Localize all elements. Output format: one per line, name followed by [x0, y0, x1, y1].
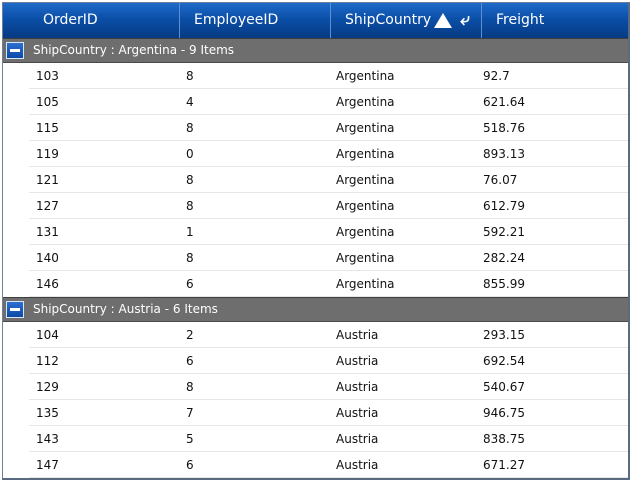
grid-header: OrderID EmployeeID ShipCountry ⤶ Freight [3, 3, 628, 39]
column-header-label: ShipCountry [345, 12, 432, 28]
cell-shipcountry: Argentina [336, 121, 395, 135]
cell-shipcountry: Argentina [336, 173, 395, 187]
cell-orderid: 105 [36, 95, 59, 109]
table-row[interactable]: 121 8 Argentina 76.07 [29, 167, 628, 193]
group-header[interactable]: ShipCountry : Austria - 6 Items [3, 297, 628, 322]
cell-freight: 671.27 [483, 458, 525, 472]
cell-freight: 893.13 [483, 147, 525, 161]
table-row[interactable]: 127 8 Argentina 612.79 [29, 193, 628, 219]
sort-ascending-icon[interactable] [434, 13, 452, 28]
cell-employeeid: 2 [186, 328, 194, 342]
table-row[interactable]: 103 8 Argentina 92.7 [29, 63, 628, 89]
cell-orderid: 104 [36, 328, 59, 342]
cell-employeeid: 4 [186, 95, 194, 109]
cell-shipcountry: Argentina [336, 147, 395, 161]
cell-employeeid: 8 [186, 69, 194, 83]
cell-freight: 92.7 [483, 69, 510, 83]
cell-orderid: 127 [36, 199, 59, 213]
table-row[interactable]: 112 6 Austria 692.54 [29, 348, 628, 374]
cell-employeeid: 8 [186, 199, 194, 213]
cell-orderid: 112 [36, 354, 59, 368]
cell-employeeid: 6 [186, 458, 194, 472]
data-grid: OrderID EmployeeID ShipCountry ⤶ Freight… [2, 2, 630, 480]
cell-employeeid: 8 [186, 121, 194, 135]
group-header-label: ShipCountry : Austria - 6 Items [33, 302, 218, 316]
cell-freight: 621.64 [483, 95, 525, 109]
table-row[interactable]: 143 5 Austria 838.75 [29, 426, 628, 452]
cell-shipcountry: Argentina [336, 199, 395, 213]
cell-freight: 838.75 [483, 432, 525, 446]
table-row[interactable]: 140 8 Argentina 282.24 [29, 245, 628, 271]
group-header-label: ShipCountry : Argentina - 9 Items [33, 43, 235, 57]
cell-shipcountry: Argentina [336, 277, 395, 291]
cell-freight: 293.15 [483, 328, 525, 342]
drag-arrow-icon: ⤶ [460, 10, 470, 30]
table-row[interactable]: 129 8 Austria 540.67 [29, 374, 628, 400]
cell-orderid: 135 [36, 406, 59, 420]
column-header-shipcountry[interactable]: ShipCountry ⤶ [330, 3, 481, 38]
cell-employeeid: 5 [186, 432, 194, 446]
cell-freight: 692.54 [483, 354, 525, 368]
cell-employeeid: 6 [186, 354, 194, 368]
cell-freight: 540.67 [483, 380, 525, 394]
cell-shipcountry: Argentina [336, 95, 395, 109]
cell-freight: 612.79 [483, 199, 525, 213]
collapse-group-icon[interactable] [6, 301, 24, 318]
cell-shipcountry: Argentina [336, 225, 395, 239]
cell-shipcountry: Austria [336, 458, 379, 472]
cell-shipcountry: Austria [336, 406, 379, 420]
cell-shipcountry: Austria [336, 380, 379, 394]
column-header-freight[interactable]: Freight [481, 3, 628, 38]
table-row[interactable]: 115 8 Argentina 518.76 [29, 115, 628, 141]
cell-employeeid: 0 [186, 147, 194, 161]
column-header-label: Freight [496, 12, 545, 28]
table-row[interactable]: 146 6 Argentina 855.99 [29, 271, 628, 297]
cell-employeeid: 1 [186, 225, 194, 239]
cell-orderid: 146 [36, 277, 59, 291]
cell-employeeid: 8 [186, 173, 194, 187]
cell-freight: 282.24 [483, 251, 525, 265]
cell-freight: 855.99 [483, 277, 525, 291]
table-row[interactable]: 104 2 Austria 293.15 [29, 322, 628, 348]
cell-orderid: 129 [36, 380, 59, 394]
table-row[interactable]: 135 7 Austria 946.75 [29, 400, 628, 426]
cell-orderid: 119 [36, 147, 59, 161]
cell-shipcountry: Austria [336, 354, 379, 368]
cell-shipcountry: Argentina [336, 69, 395, 83]
cell-freight: 946.75 [483, 406, 525, 420]
column-header-orderid[interactable]: OrderID [29, 3, 179, 38]
collapse-group-icon[interactable] [6, 42, 24, 59]
column-header-label: OrderID [43, 12, 98, 28]
table-row[interactable]: 147 6 Austria 671.27 [29, 452, 628, 478]
cell-orderid: 143 [36, 432, 59, 446]
column-header-label: EmployeeID [194, 12, 279, 28]
cell-orderid: 147 [36, 458, 59, 472]
table-row[interactable]: 119 0 Argentina 893.13 [29, 141, 628, 167]
column-header-employeeid[interactable]: EmployeeID [179, 3, 330, 38]
cell-shipcountry: Austria [336, 328, 379, 342]
cell-employeeid: 7 [186, 406, 194, 420]
cell-employeeid: 8 [186, 251, 194, 265]
cell-shipcountry: Austria [336, 432, 379, 446]
cell-orderid: 131 [36, 225, 59, 239]
cell-orderid: 115 [36, 121, 59, 135]
group-header[interactable]: ShipCountry : Argentina - 9 Items [3, 38, 628, 63]
cell-freight: 592.21 [483, 225, 525, 239]
cell-shipcountry: Argentina [336, 251, 395, 265]
cell-employeeid: 6 [186, 277, 194, 291]
cell-orderid: 140 [36, 251, 59, 265]
cell-freight: 76.07 [483, 173, 518, 187]
table-row[interactable]: 105 4 Argentina 621.64 [29, 89, 628, 115]
table-row[interactable]: 131 1 Argentina 592.21 [29, 219, 628, 245]
cell-employeeid: 8 [186, 380, 194, 394]
cell-freight: 518.76 [483, 121, 525, 135]
cell-orderid: 103 [36, 69, 59, 83]
cell-orderid: 121 [36, 173, 59, 187]
